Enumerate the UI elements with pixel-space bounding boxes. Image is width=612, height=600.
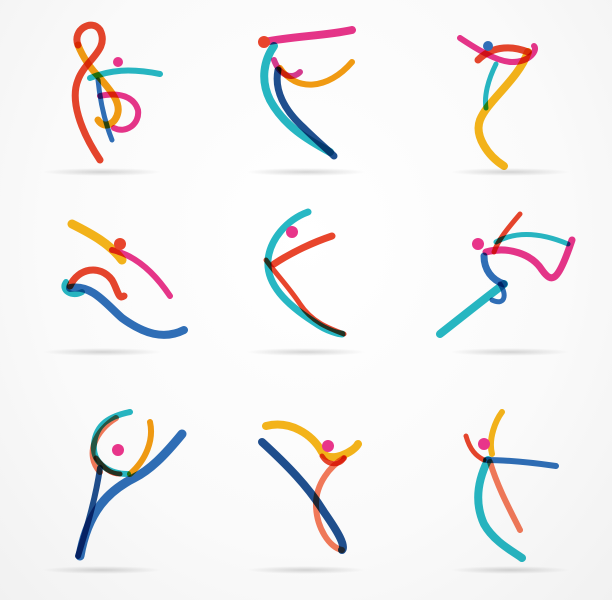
head-icon <box>322 440 334 452</box>
logo-set-canvas <box>0 0 612 600</box>
head-icon <box>286 226 298 238</box>
figure-dancer-5 <box>204 200 408 400</box>
ground-shadow <box>42 168 162 176</box>
head-icon <box>472 238 484 250</box>
head-icon <box>478 438 490 450</box>
head-icon <box>258 36 270 48</box>
figure-dancer-8 <box>204 400 408 600</box>
figure-dancer-1 <box>0 0 204 200</box>
head-icon <box>114 238 126 250</box>
figure-dancer-2 <box>204 0 408 200</box>
figure-dancer-3 <box>408 0 612 200</box>
figure-dancer-9 <box>408 400 612 600</box>
figure-dancer-7 <box>0 400 204 600</box>
figure-runner-4 <box>0 200 204 400</box>
figure-dancer-6 <box>408 200 612 400</box>
head-icon <box>483 41 493 51</box>
head-icon <box>112 444 124 456</box>
head-icon <box>113 57 123 67</box>
